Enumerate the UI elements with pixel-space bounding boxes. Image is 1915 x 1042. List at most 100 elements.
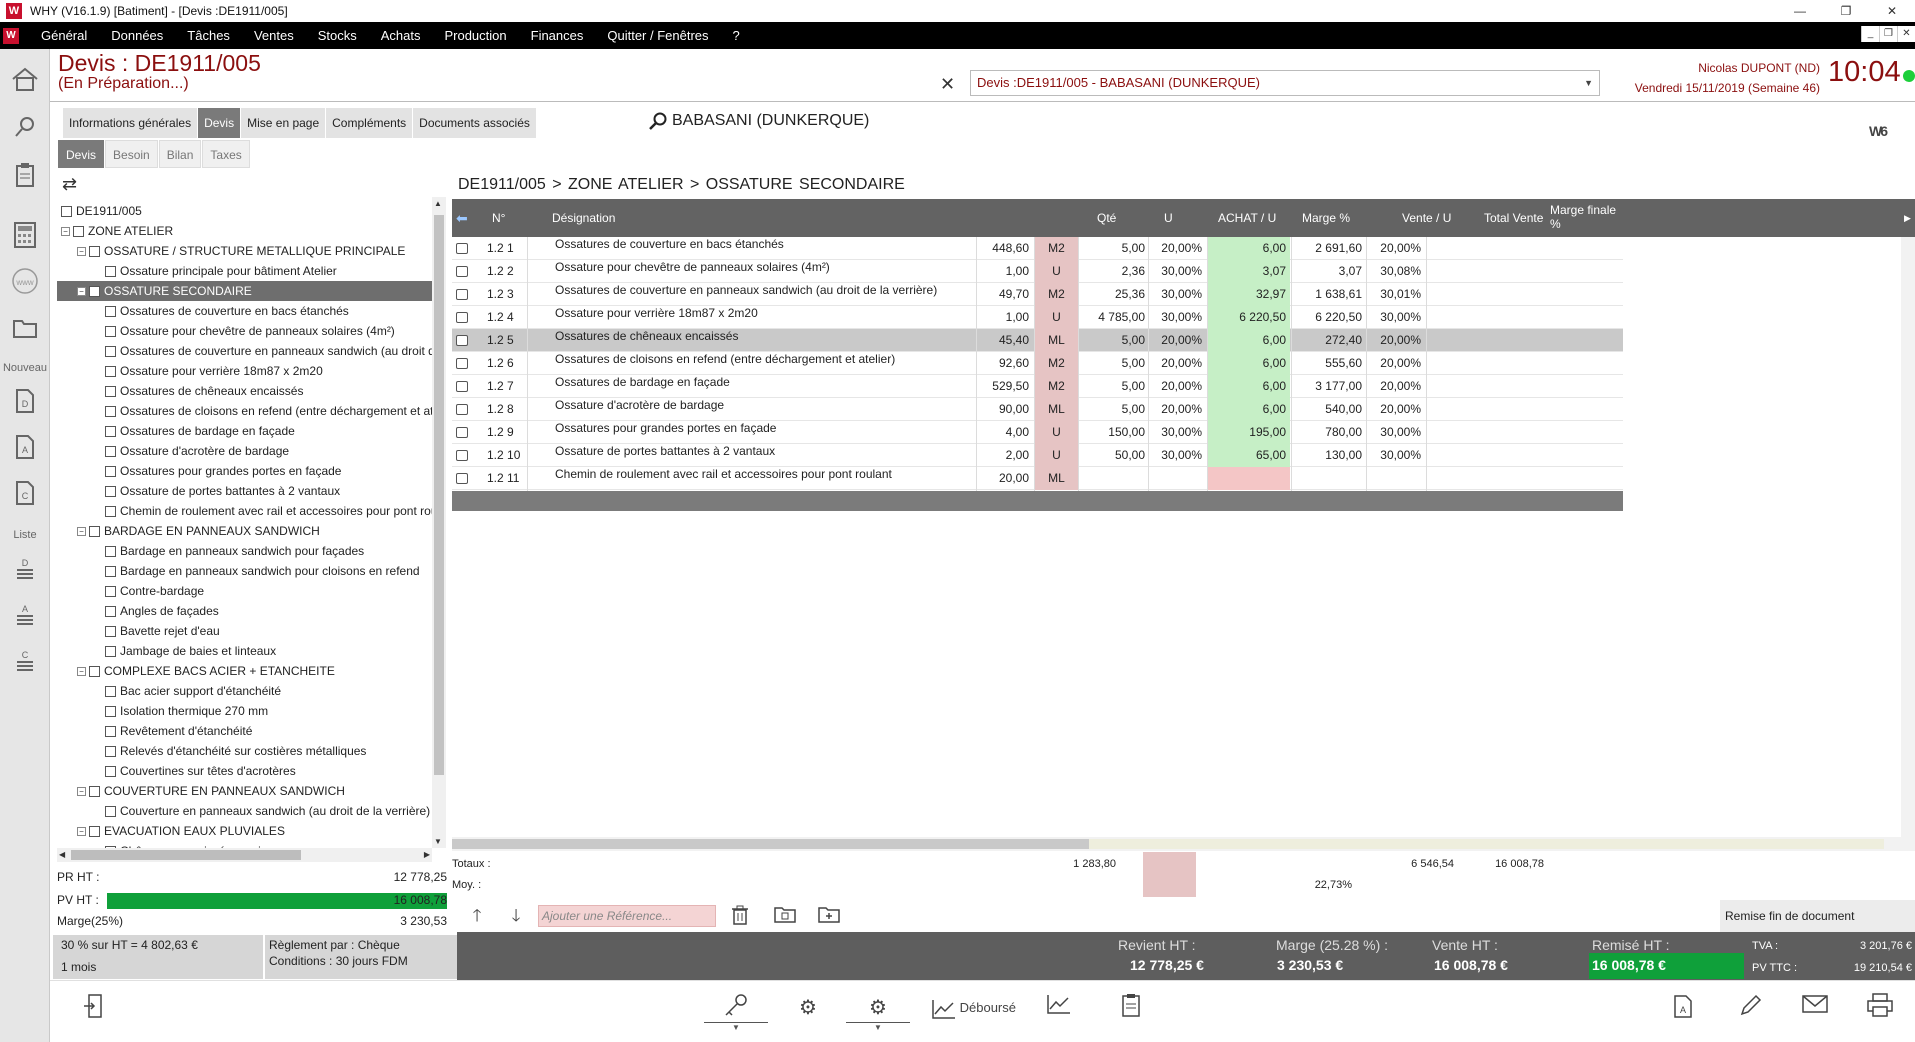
tree-node[interactable]: Bardage en panneaux sandwich pour cloiso…: [57, 561, 420, 581]
col-marge-finale[interactable]: Marge finale %: [1550, 203, 1620, 233]
tree-vertical-scrollbar[interactable]: ▲ ▼: [432, 197, 446, 848]
tree-node[interactable]: Bavette rejet d'eau: [57, 621, 220, 641]
grid-hscroll-thumb[interactable]: [452, 839, 1089, 849]
cell-designation[interactable]: Ossatures de bardage en façade: [552, 375, 974, 398]
cell-vente[interactable]: 32,97: [1208, 283, 1290, 306]
cell-qte[interactable]: 45,40: [977, 329, 1033, 352]
tree-node[interactable]: Couvertines sur têtes d'acrotères: [57, 761, 296, 781]
cell-achat[interactable]: 25,36: [1079, 283, 1149, 306]
cell-total[interactable]: 3 177,00: [1292, 375, 1366, 398]
cell-marge-finale[interactable]: 30,08%: [1367, 260, 1425, 283]
chart-icon[interactable]: [1045, 993, 1073, 1023]
cell-achat[interactable]: [1079, 467, 1149, 490]
table-row[interactable]: 1.2 5 Ossatures de chêneaux encaissés 45,4…: [452, 329, 1623, 352]
tree-node-checkbox[interactable]: [61, 205, 72, 217]
tree-node-checkbox[interactable]: [89, 525, 100, 537]
cell-vente[interactable]: 6 220,50: [1208, 306, 1290, 329]
cell-n[interactable]: 1.2 4: [484, 306, 532, 329]
cell-achat[interactable]: 5,00: [1079, 237, 1149, 260]
cell-n[interactable]: 1.2 9: [484, 421, 532, 444]
tree-node[interactable]: − ZONE ATELIER: [57, 221, 173, 241]
tree-node-checkbox[interactable]: [105, 385, 116, 397]
tree-node[interactable]: Ossatures de bardage en façade: [57, 421, 295, 441]
tree-node[interactable]: Relevés d'étanchéité sur costières métal…: [57, 741, 366, 761]
tree-node[interactable]: Revêtement d'étanchéité: [57, 721, 252, 741]
settings-gear-icon[interactable]: ⚙: [795, 993, 821, 1023]
tree-node[interactable]: Ossatures de chêneaux encaissés: [57, 381, 303, 401]
cell-marge[interactable]: 30,00%: [1149, 306, 1206, 329]
cell-unite[interactable]: M2: [1035, 283, 1078, 306]
cell-n[interactable]: 1.2 7: [484, 375, 532, 398]
table-row[interactable]: 1.2 1 Ossatures de couverture en bacs éta…: [452, 237, 1623, 260]
tree-node-checkbox[interactable]: [105, 625, 116, 637]
row-checkbox[interactable]: [456, 289, 468, 300]
minimize-button[interactable]: —: [1777, 0, 1823, 22]
new-commande-icon[interactable]: C: [7, 475, 43, 511]
tree-node-checkbox[interactable]: [105, 465, 116, 477]
scroll-up-icon[interactable]: ▲: [434, 199, 442, 208]
cell-total[interactable]: 540,00: [1292, 398, 1366, 421]
debourse-button[interactable]: Déboursé: [932, 993, 1022, 1023]
tree-node-checkbox[interactable]: [105, 585, 116, 597]
mdi-minimize-button[interactable]: _: [1861, 26, 1879, 42]
collapse-toggle-icon[interactable]: −: [77, 666, 86, 676]
cell-unite[interactable]: U: [1035, 444, 1078, 467]
subtab-taxes[interactable]: Taxes: [202, 140, 250, 168]
tools-dropdown-caret-icon[interactable]: ▼: [732, 1023, 740, 1032]
mdi-close-button[interactable]: ✕: [1897, 26, 1915, 42]
list-avoir-icon[interactable]: A: [7, 597, 43, 633]
cell-unite[interactable]: U: [1035, 260, 1078, 283]
col-unite[interactable]: U: [1164, 199, 1173, 237]
client-search[interactable]: BABASANI (DUNKERQUE): [648, 111, 869, 131]
tree-horizontal-scrollbar[interactable]: ◀ ▶: [57, 848, 432, 862]
tree-node-checkbox[interactable]: [105, 745, 116, 757]
tree-node[interactable]: Ossature d'acrotère de bardage: [57, 441, 289, 461]
cell-vente[interactable]: 6,00: [1208, 398, 1290, 421]
cell-marge-finale[interactable]: 30,00%: [1367, 444, 1425, 467]
tree-node-checkbox[interactable]: [105, 645, 116, 657]
clipboard-icon[interactable]: [7, 157, 43, 193]
cell-total[interactable]: 130,00: [1292, 444, 1366, 467]
tree-node[interactable]: Ossature principale pour bâtiment Atelie…: [57, 261, 337, 281]
tab-informations-generales[interactable]: Informations générales: [63, 108, 198, 138]
cell-unite[interactable]: U: [1035, 421, 1078, 444]
menu-taches[interactable]: Tâches: [175, 22, 242, 49]
tree-node[interactable]: − BARDAGE EN PANNEAUX SANDWICH: [57, 521, 320, 541]
tree-node[interactable]: Chêneaux encaissé en acier: [57, 841, 271, 848]
scroll-right-icon[interactable]: ▶: [424, 850, 430, 859]
col-qte[interactable]: Qté: [1097, 199, 1116, 237]
cell-unite[interactable]: ML: [1035, 329, 1078, 352]
cell-unite[interactable]: M2: [1035, 375, 1078, 398]
tree-node-checkbox[interactable]: [89, 245, 100, 257]
cell-qte[interactable]: 92,60: [977, 352, 1033, 375]
tree-node-checkbox[interactable]: [89, 825, 100, 837]
menu-donnees[interactable]: Données: [99, 22, 175, 49]
cell-designation[interactable]: Ossatures pour grandes portes en façade: [552, 421, 974, 444]
tree-node[interactable]: − COMPLEXE BACS ACIER + ETANCHEITE: [57, 661, 335, 681]
chevron-down-icon[interactable]: ▼: [1584, 71, 1593, 95]
tree-node[interactable]: Couverture en panneaux sandwich (au droi…: [57, 801, 430, 821]
tree-node-checkbox[interactable]: [89, 285, 100, 297]
row-checkbox[interactable]: [456, 450, 468, 461]
cell-total[interactable]: 3,07: [1292, 260, 1366, 283]
cell-marge[interactable]: 30,00%: [1149, 260, 1206, 283]
cell-vente[interactable]: [1208, 467, 1290, 490]
tree-node[interactable]: Bac acier support d'étanchéité: [57, 681, 281, 701]
report-clipboard-icon[interactable]: [1118, 993, 1144, 1023]
list-devis-icon[interactable]: D: [7, 551, 43, 587]
cell-qte[interactable]: 529,50: [977, 375, 1033, 398]
row-checkbox[interactable]: [456, 312, 468, 323]
table-row[interactable]: 1.2 9 Ossatures pour grandes portes en fa…: [452, 421, 1623, 444]
tree-node-checkbox[interactable]: [105, 485, 116, 497]
cell-qte[interactable]: 1,00: [977, 260, 1033, 283]
tree-node-checkbox[interactable]: [105, 545, 116, 557]
add-folder-icon[interactable]: [818, 905, 840, 927]
tree-node-checkbox[interactable]: [105, 605, 116, 617]
cell-unite[interactable]: ML: [1035, 467, 1078, 490]
cell-marge-finale[interactable]: 20,00%: [1367, 352, 1425, 375]
remise-fin-document-button[interactable]: Remise fin de document: [1720, 900, 1915, 932]
cell-qte[interactable]: 2,00: [977, 444, 1033, 467]
subtab-devis[interactable]: Devis: [58, 140, 105, 168]
tree-node-checkbox[interactable]: [105, 685, 116, 697]
cell-designation[interactable]: Chemin de roulement avec rail et accesso…: [552, 467, 974, 490]
